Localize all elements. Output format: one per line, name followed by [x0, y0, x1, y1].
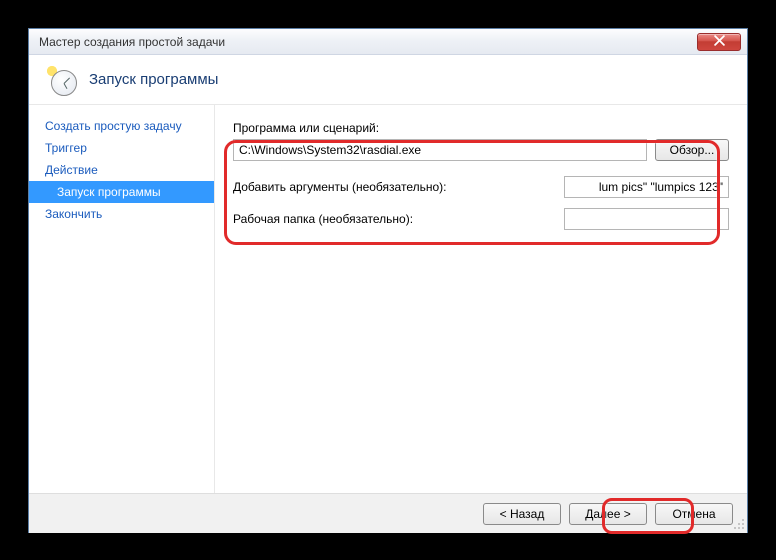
step-finish[interactable]: Закончить [29, 203, 214, 225]
arguments-input[interactable] [564, 176, 729, 198]
step-trigger[interactable]: Триггер [29, 137, 214, 159]
program-input[interactable] [233, 139, 647, 161]
browse-button[interactable]: Обзор... [655, 139, 729, 161]
program-label: Программа или сценарий: [233, 121, 729, 135]
step-action[interactable]: Действие [29, 159, 214, 181]
close-icon [714, 35, 725, 49]
back-button[interactable]: < Назад [483, 503, 561, 525]
step-create[interactable]: Создать простую задачу [29, 115, 214, 137]
next-button[interactable]: Далее > [569, 503, 647, 525]
arguments-label: Добавить аргументы (необязательно): [233, 180, 446, 194]
close-button[interactable] [697, 33, 741, 51]
cancel-button[interactable]: Отмена [655, 503, 733, 525]
page-title: Запуск программы [89, 71, 218, 88]
resize-grip-icon[interactable] [731, 516, 745, 530]
wizard-content: Программа или сценарий: Обзор... Добавит… [215, 105, 747, 493]
titlebar[interactable]: Мастер создания простой задачи [29, 29, 747, 55]
step-start-program[interactable]: Запуск программы [29, 181, 214, 203]
startin-input[interactable] [564, 208, 729, 230]
wizard-sidebar: Создать простую задачу Триггер Действие … [29, 105, 215, 493]
window-title: Мастер создания простой задачи [39, 35, 697, 49]
wizard-window: Мастер создания простой задачи Запуск пр… [28, 28, 748, 533]
wizard-header: Запуск программы [29, 55, 747, 105]
scheduler-icon [45, 64, 77, 96]
wizard-footer: < Назад Далее > Отмена [29, 493, 747, 533]
startin-label: Рабочая папка (необязательно): [233, 212, 413, 226]
